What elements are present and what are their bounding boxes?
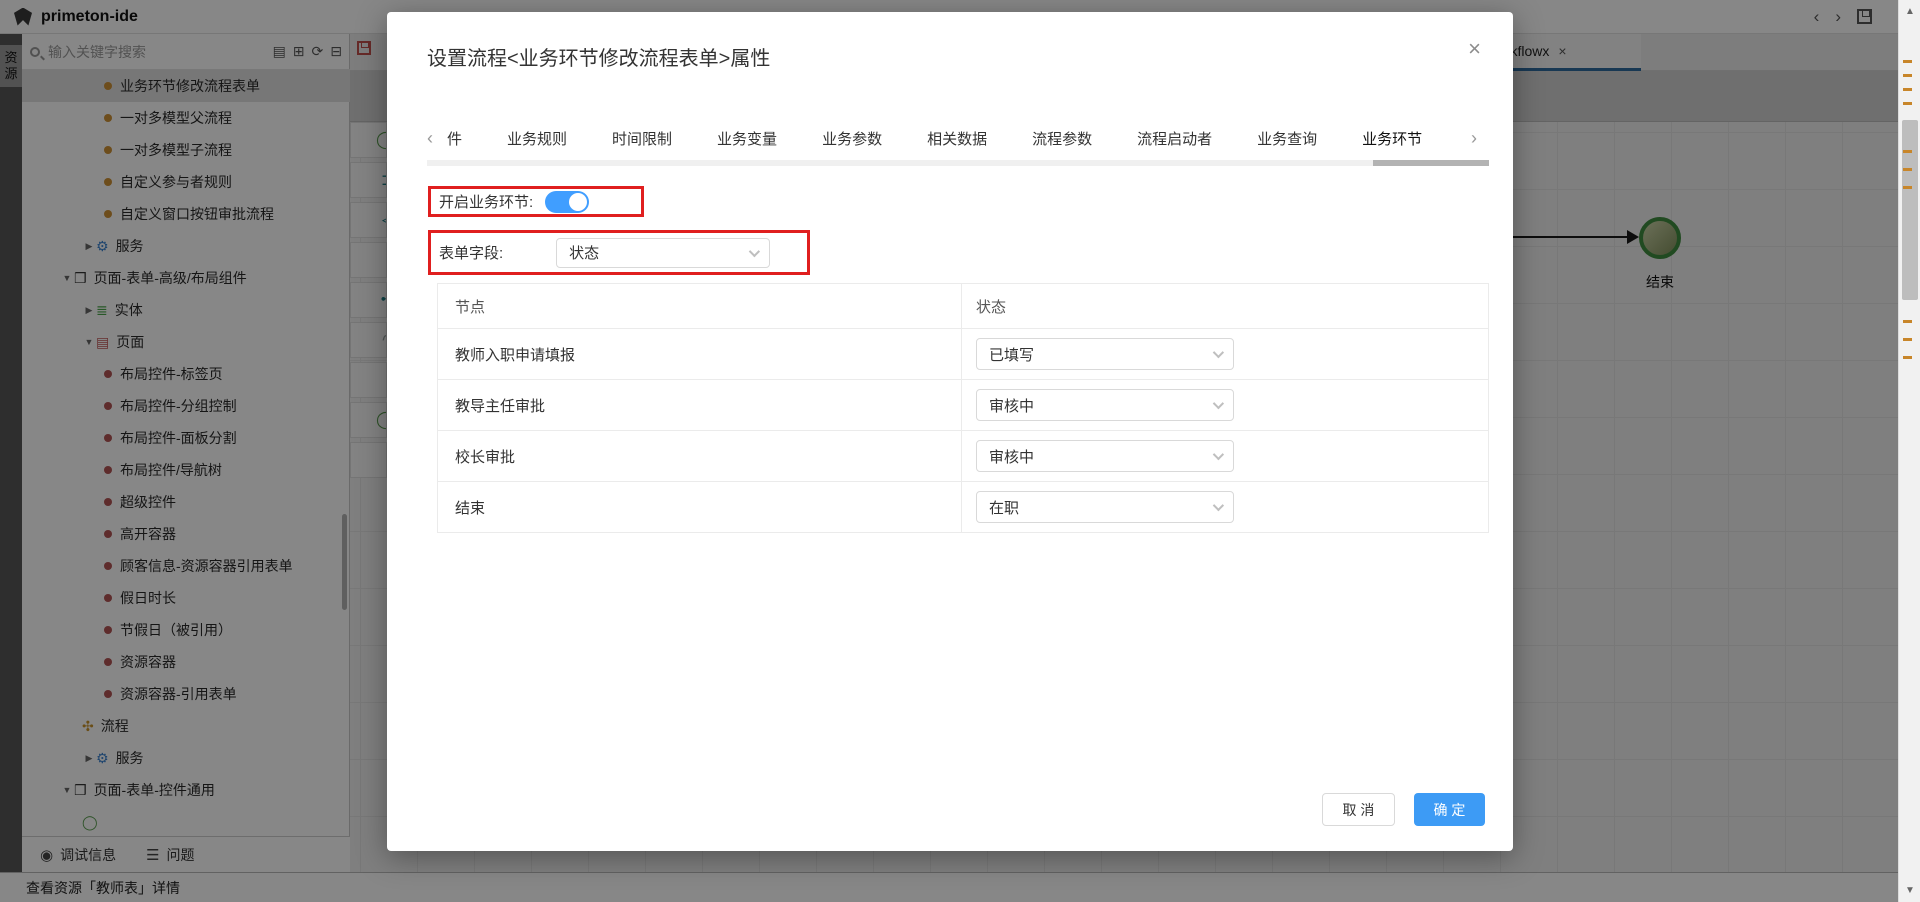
status-value: 审核中 <box>989 446 1034 467</box>
node-cell: 教师入职申请填报 <box>438 329 962 379</box>
scrollbar-annotation-tick <box>1903 150 1912 153</box>
form-field-label: 表单字段: <box>439 242 503 263</box>
table-header-row: 节点 状态 <box>438 284 1488 328</box>
scrollbar-annotation-tick <box>1903 320 1912 323</box>
form-field-select[interactable]: 状态 <box>556 238 770 268</box>
window-scrollbar[interactable]: ▲ ▼ <box>1898 0 1920 902</box>
dialog-close-icon[interactable]: × <box>1468 38 1481 60</box>
process-properties-dialog: 设置流程<业务环节修改流程表单>属性 × ‹ 件 业务规则 时间限制 业务变量 业务参数… <box>387 12 1513 851</box>
dialog-tab-流程启动者[interactable]: 流程启动者 <box>1137 128 1212 149</box>
dialog-tabs: ‹ 件 业务规则 时间限制 业务变量 业务参数 相关数据 流程参数 流程启动者 业务查询 业务环节… <box>421 128 1483 149</box>
scrollbar-annotation-tick <box>1903 60 1912 63</box>
toggle-label: 开启业务环节: <box>439 191 533 212</box>
tabs-prev-icon[interactable]: ‹ <box>421 128 439 149</box>
dialog-tab-业务参数[interactable]: 业务参数 <box>822 128 882 149</box>
table-row: 教导主任审批 审核中 <box>438 379 1488 430</box>
node-cell: 校长审批 <box>438 431 962 481</box>
dialog-tab-流程参数[interactable]: 流程参数 <box>1032 128 1092 149</box>
dialog-footer: 取 消 确 定 <box>1322 793 1485 826</box>
status-select[interactable]: 审核中 <box>976 389 1234 421</box>
dialog-title: 设置流程<业务环节修改流程表单>属性 <box>427 42 770 71</box>
dialog-tab-业务环节[interactable]: 业务环节 <box>1362 128 1422 149</box>
scrollbar-annotation-tick <box>1903 356 1912 359</box>
scrollbar-annotation-tick <box>1903 74 1912 77</box>
chevron-down-icon <box>1213 449 1224 460</box>
status-select[interactable]: 在职 <box>976 491 1234 523</box>
node-cell: 结束 <box>438 482 962 532</box>
tabs-next-icon[interactable]: › <box>1465 128 1483 149</box>
dialog-tab-业务规则[interactable]: 业务规则 <box>507 128 567 149</box>
col-header-node: 节点 <box>438 284 962 328</box>
chevron-down-icon <box>749 245 760 256</box>
scrollbar-thumb[interactable] <box>1902 120 1918 300</box>
chevron-down-icon <box>1213 500 1224 511</box>
field-highlight-box: 表单字段: 状态 <box>428 230 810 275</box>
business-step-toggle[interactable] <box>545 191 589 213</box>
ok-button[interactable]: 确 定 <box>1414 793 1485 826</box>
status-select[interactable]: 审核中 <box>976 440 1234 472</box>
status-select[interactable]: 已填写 <box>976 338 1234 370</box>
status-value: 已填写 <box>989 344 1034 365</box>
dialog-tab-业务查询[interactable]: 业务查询 <box>1257 128 1317 149</box>
dialog-tab-时间限制[interactable]: 时间限制 <box>612 128 672 149</box>
toggle-highlight-box: 开启业务环节: <box>428 186 644 217</box>
dialog-tab-list: 件 业务规则 时间限制 业务变量 业务参数 相关数据 流程参数 流程启动者 业务查询 业务环节 <box>447 128 1457 149</box>
status-value: 在职 <box>989 497 1019 518</box>
scrollbar-annotation-tick <box>1903 168 1912 171</box>
scrollbar-annotation-tick <box>1903 102 1912 105</box>
dialog-tab-相关数据[interactable]: 相关数据 <box>927 128 987 149</box>
scroll-down-icon[interactable]: ▼ <box>1899 885 1920 896</box>
scroll-up-icon[interactable]: ▲ <box>1899 6 1920 17</box>
table-row: 教师入职申请填报 已填写 <box>438 328 1488 379</box>
tabs-scrollbar[interactable] <box>427 160 1489 166</box>
node-cell: 教导主任审批 <box>438 380 962 430</box>
form-field-value: 状态 <box>569 242 599 263</box>
col-header-status: 状态 <box>962 284 1488 328</box>
table-row: 校长审批 审核中 <box>438 430 1488 481</box>
scrollbar-annotation-tick <box>1903 186 1912 189</box>
scrollbar-annotation-tick <box>1903 338 1912 341</box>
dialog-tab-件[interactable]: 件 <box>447 128 462 149</box>
status-value: 审核中 <box>989 395 1034 416</box>
dialog-tab-业务变量[interactable]: 业务变量 <box>717 128 777 149</box>
table-row: 结束 在职 <box>438 481 1488 532</box>
chevron-down-icon <box>1213 347 1224 358</box>
chevron-down-icon <box>1213 398 1224 409</box>
cancel-button[interactable]: 取 消 <box>1322 793 1395 826</box>
scrollbar-annotation-tick <box>1903 88 1912 91</box>
tabs-scrollbar-thumb[interactable] <box>1373 160 1489 166</box>
node-status-table: 节点 状态教师入职申请填报 已填写 教导主任审批 审核中 校长审批 审核中 结束… <box>437 283 1489 533</box>
